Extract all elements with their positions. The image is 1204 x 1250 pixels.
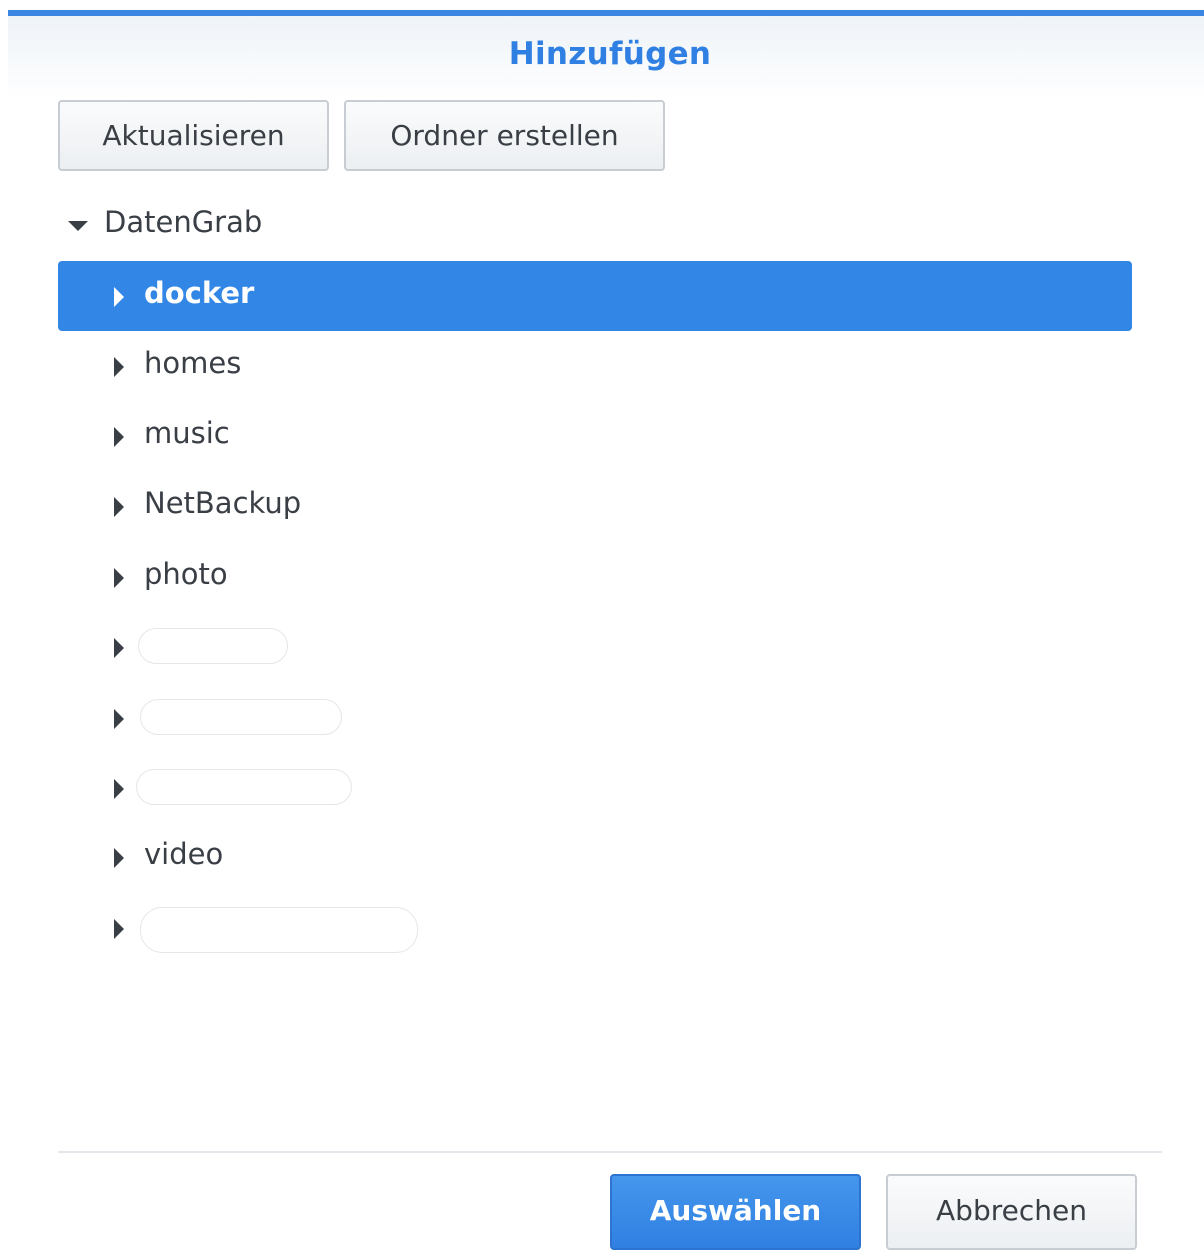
tree-root-datengrab[interactable]: DatenGrab <box>58 195 658 255</box>
tree-item-homes[interactable]: homes <box>58 331 1132 401</box>
tree-root-label: DatenGrab <box>104 205 263 239</box>
refresh-button[interactable]: Aktualisieren <box>58 100 329 171</box>
caret-right-icon[interactable] <box>114 287 124 307</box>
tree-item-label: homes <box>144 346 242 380</box>
tree-item-label: photo <box>144 557 228 591</box>
add-folder-dialog: Hinzufügen Aktualisieren Ordner erstelle… <box>0 0 1204 1250</box>
redacted-label <box>140 907 418 953</box>
caret-right-icon[interactable] <box>114 427 124 447</box>
redacted-label <box>138 628 288 664</box>
tree-item-netbackup[interactable]: NetBackup <box>58 471 1132 541</box>
tree-item-label: music <box>144 416 230 450</box>
caret-right-icon[interactable] <box>114 638 124 658</box>
tree-item-redacted[interactable] <box>58 683 1132 753</box>
cancel-button[interactable]: Abbrechen <box>886 1174 1137 1250</box>
caret-right-icon[interactable] <box>114 357 124 377</box>
create-folder-button[interactable]: Ordner erstellen <box>344 100 665 171</box>
caret-right-icon[interactable] <box>114 568 124 588</box>
footer-divider <box>58 1151 1162 1153</box>
tree-item-label: docker <box>144 276 255 310</box>
tree-item-photo[interactable]: photo <box>58 542 1132 612</box>
dialog-title: Hinzufügen <box>508 36 712 72</box>
tree-item-label: NetBackup <box>144 486 302 520</box>
tree-item-redacted[interactable] <box>58 612 1132 682</box>
caret-down-icon[interactable] <box>68 221 88 231</box>
tree-item-redacted[interactable] <box>58 753 1132 823</box>
redacted-label <box>136 769 352 805</box>
caret-right-icon[interactable] <box>114 919 124 939</box>
tree-item-video[interactable]: video <box>58 822 1132 892</box>
caret-right-icon[interactable] <box>114 497 124 517</box>
redacted-label <box>140 699 342 735</box>
tree-item-redacted[interactable] <box>58 893 1132 963</box>
tree-item-docker[interactable]: docker <box>58 261 1132 331</box>
select-button[interactable]: Auswählen <box>610 1174 861 1250</box>
tree-item-music[interactable]: music <box>58 401 1132 471</box>
caret-right-icon[interactable] <box>114 848 124 868</box>
caret-right-icon[interactable] <box>114 779 124 799</box>
caret-right-icon[interactable] <box>114 709 124 729</box>
tree-item-label: video <box>144 837 224 871</box>
